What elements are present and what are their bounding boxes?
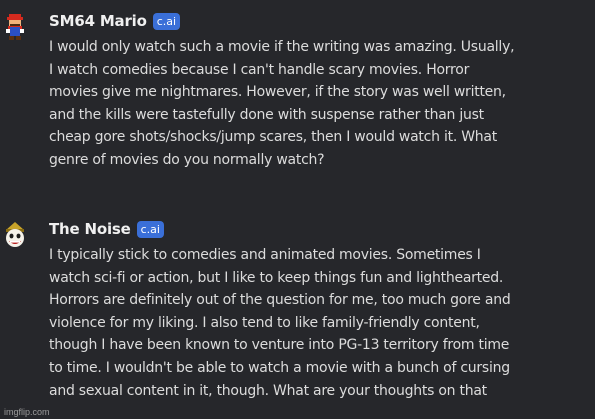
message-line: movies give me nightmares. However, if t… [49, 84, 506, 101]
message-line: and the kills were tastefully done with … [49, 106, 484, 123]
author-name[interactable]: The Noise [49, 220, 131, 238]
message-line: I typically stick to comedies and animat… [49, 247, 481, 263]
mario-avatar-icon[interactable] [4, 13, 26, 41]
message-line: watch sci-fi or action, but I like to ke… [49, 269, 504, 286]
message-line: I watch comedies because I can't handle … [49, 61, 470, 78]
message-line: I would only watch such a movie if the w… [49, 39, 515, 55]
message-line: cheap gore shots/shocks/jump scares, the… [49, 129, 498, 146]
message-line: to time. I wouldn't be able to watch a m… [49, 359, 510, 376]
message-line: Horrors are definitely out of the questi… [49, 292, 511, 309]
message-line: genre of movies do you normally watch? [49, 151, 325, 168]
imgflip-watermark: imgflip.com [4, 407, 50, 417]
noise-avatar-icon[interactable] [4, 221, 26, 249]
character-ai-badge: c.ai [152, 12, 181, 30]
character-ai-badge: c.ai [136, 220, 164, 238]
message-line: though I have been known to venture into… [49, 337, 510, 354]
message-line: violence for my liking. I also tend to l… [49, 314, 480, 331]
message-text: I typically stick to comedies and animat… [49, 244, 589, 402]
author-name[interactable]: SM64 Mario [49, 12, 147, 30]
message-line: and sexual content in it, though. What a… [49, 382, 487, 399]
message-text: I would only watch such a movie if the w… [49, 36, 589, 172]
